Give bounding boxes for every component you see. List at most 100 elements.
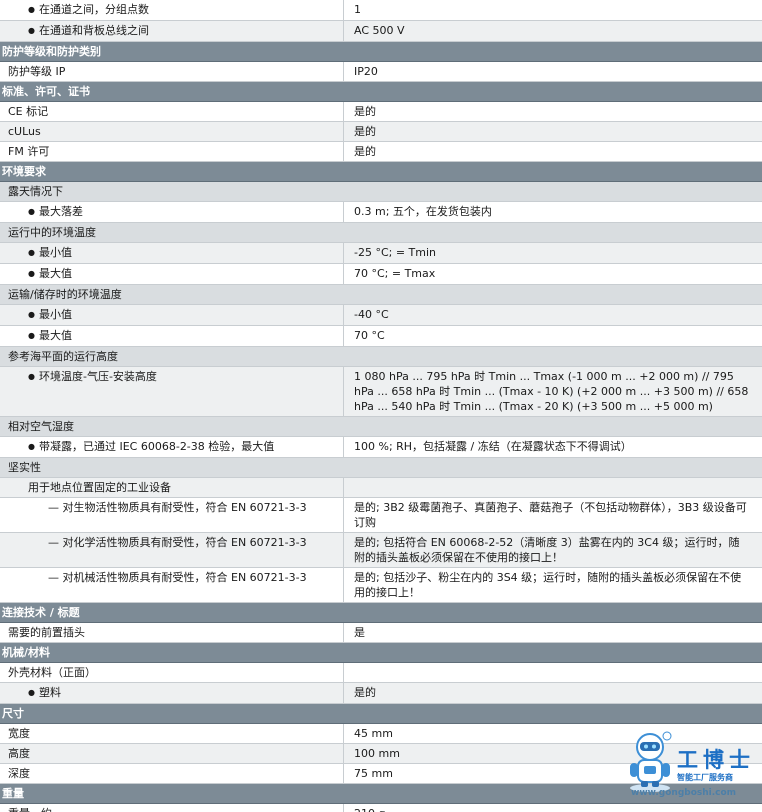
- spec-label-text: 最大落差: [28, 205, 83, 218]
- spec-value: [344, 285, 762, 304]
- spec-row: 最小值 -25 °C; = Tmin: [0, 243, 762, 264]
- spec-value: 100 %; RH，包括凝露 / 冻结（在凝露状态下不得调试）: [354, 440, 632, 453]
- group-header: 露天情况下: [0, 182, 762, 202]
- spec-label: 坚实性: [0, 458, 344, 477]
- spec-row: 外壳材料（正面）: [0, 663, 762, 683]
- watermark-brand: 工博士: [677, 747, 755, 772]
- spec-label-text: 带凝露，已通过 IEC 60068-2-38 检验，最大值: [28, 440, 274, 453]
- watermark-tagline: 智能工厂服务商: [677, 773, 733, 782]
- spec-label-text: 在通道和背板总线之间: [28, 24, 149, 37]
- spec-value: 是的: [354, 105, 376, 118]
- section-title: 尺寸: [2, 707, 24, 720]
- spec-row: — 对化学活性物质具有耐受性，符合 EN 60721-3-3 是的; 包括符合 E…: [0, 533, 762, 568]
- spec-label: 相对空气湿度: [0, 417, 344, 436]
- group-header: 相对空气湿度: [0, 417, 762, 437]
- spec-label: 运输/储存时的环境温度: [0, 285, 344, 304]
- spec-value: 1: [354, 3, 361, 16]
- spec-label: 参考海平面的运行高度: [0, 347, 344, 366]
- group-header: 参考海平面的运行高度: [0, 347, 762, 367]
- section-title: 重量: [2, 787, 24, 800]
- spec-row: — 对生物活性物质具有耐受性，符合 EN 60721-3-3 是的; 3B2 级霉…: [0, 498, 762, 533]
- spec-label: 带凝露，已通过 IEC 60068-2-38 检验，最大值: [0, 437, 344, 457]
- group-header: 运行中的环境温度: [0, 223, 762, 243]
- spec-label-text: 重量，约: [8, 807, 52, 812]
- spec-row: 最小值 -40 °C: [0, 305, 762, 326]
- spec-value: [344, 417, 762, 436]
- spec-row: 在通道之间，分组点数 1: [0, 0, 762, 21]
- spec-row: 最大值 70 °C: [0, 326, 762, 347]
- section-title: 连接技术 / 标题: [2, 606, 80, 619]
- spec-value: IP20: [354, 65, 378, 78]
- spec-label-text: cULus: [8, 125, 41, 138]
- section-header: 标准、许可、证书: [0, 82, 762, 102]
- spec-row: — 对机械活性物质具有耐受性，符合 EN 60721-3-3 是的; 包括沙子、粉…: [0, 568, 762, 603]
- spec-label-text: 坚实性: [8, 461, 41, 474]
- spec-label: 在通道之间，分组点数: [0, 0, 344, 20]
- watermark-url: www.gongboshi.com: [631, 788, 737, 798]
- spec-value: AC 500 V: [354, 24, 405, 37]
- spec-row: CE 标记 是的: [0, 102, 762, 122]
- spec-label: 需要的前置插头: [0, 623, 344, 642]
- spec-label: 最大值: [0, 264, 344, 284]
- spec-label: 宽度: [0, 724, 344, 743]
- spec-label-text: 最小值: [28, 308, 72, 321]
- spec-value: 是的; 包括符合 EN 60068-2-52（清晰度 3）盐雾在内的 3C4 级…: [354, 536, 740, 564]
- spec-label-text: 露天情况下: [8, 185, 63, 198]
- spec-value: 是的: [354, 125, 376, 138]
- spec-label-text: 在通道之间，分组点数: [28, 3, 149, 16]
- spec-label: 防护等级 IP: [0, 62, 344, 81]
- spec-value: 是的: [354, 145, 376, 158]
- spec-value: 70 °C: [354, 329, 385, 342]
- spec-label: 深度: [0, 764, 344, 783]
- section-header: 连接技术 / 标题: [0, 603, 762, 623]
- spec-label: 重量，约: [0, 804, 344, 812]
- spec-label: 露天情况下: [0, 182, 344, 201]
- spec-label-text: 最大值: [28, 267, 72, 280]
- spec-label-text: 最大值: [28, 329, 72, 342]
- spec-row: 最大落差 0.3 m; 五个，在发货包装内: [0, 202, 762, 223]
- spec-value: 是: [354, 626, 365, 639]
- spec-label-text: 高度: [8, 747, 30, 760]
- spec-label-text: 运行中的环境温度: [8, 226, 96, 239]
- spec-label: 用于地点位置固定的工业设备: [0, 478, 344, 497]
- spec-label-text: 外壳材料（正面）: [8, 666, 96, 679]
- spec-label: 高度: [0, 744, 344, 763]
- spec-label: cULus: [0, 122, 344, 141]
- spec-label-text: 防护等级 IP: [8, 65, 66, 78]
- spec-value: 1 080 hPa ... 795 hPa 时 Tmin ... Tmax (-…: [354, 370, 749, 413]
- spec-label: 外壳材料（正面）: [0, 663, 344, 682]
- robot-mascot-icon: [630, 731, 672, 792]
- spec-label-text: — 对机械活性物质具有耐受性，符合 EN 60721-3-3: [48, 571, 307, 584]
- spec-label-text: CE 标记: [8, 105, 49, 118]
- spec-label-text: 运输/储存时的环境温度: [8, 288, 122, 301]
- spec-row: 在通道和背板总线之间 AC 500 V: [0, 21, 762, 42]
- spec-label: 塑料: [0, 683, 344, 703]
- section-title: 环境要求: [2, 165, 46, 178]
- spec-label: 在通道和背板总线之间: [0, 21, 344, 41]
- spec-label-text: FM 许可: [8, 145, 50, 158]
- spec-row: 环境温度-气压-安装高度 1 080 hPa ... 795 hPa 时 Tmin…: [0, 367, 762, 417]
- section-header: 尺寸: [0, 704, 762, 724]
- spec-label-text: 宽度: [8, 727, 30, 740]
- spec-value: 是的; 3B2 级霉菌孢子、真菌孢子、蘑菇孢子（不包括动物群体），3B3 级设备…: [354, 501, 747, 529]
- section-header: 环境要求: [0, 162, 762, 182]
- spec-label: 运行中的环境温度: [0, 223, 344, 242]
- spec-label: 最大值: [0, 326, 344, 346]
- spec-row: 带凝露，已通过 IEC 60068-2-38 检验，最大值 100 %; RH，包…: [0, 437, 762, 458]
- spec-value: 是的; 包括沙子、粉尘在内的 3S4 级；运行时，随附的插头盖板必须保留在不使用…: [354, 571, 742, 599]
- spec-row: 需要的前置插头 是: [0, 623, 762, 643]
- spec-row: 塑料 是的: [0, 683, 762, 704]
- spec-value: [344, 458, 762, 477]
- spec-label: CE 标记: [0, 102, 344, 121]
- section-title: 防护等级和防护类别: [2, 45, 101, 58]
- spec-value: 是的: [354, 686, 376, 699]
- spec-value: [344, 478, 762, 497]
- spec-value: -25 °C; = Tmin: [354, 246, 437, 259]
- group-header: 运输/储存时的环境温度: [0, 285, 762, 305]
- spec-label: FM 许可: [0, 142, 344, 161]
- spec-value: -40 °C: [354, 308, 389, 321]
- spec-label-text: 需要的前置插头: [8, 626, 85, 639]
- spec-label-text: 环境温度-气压-安装高度: [28, 370, 157, 383]
- spec-label: 环境温度-气压-安装高度: [0, 367, 344, 416]
- spec-row: cULus 是的: [0, 122, 762, 142]
